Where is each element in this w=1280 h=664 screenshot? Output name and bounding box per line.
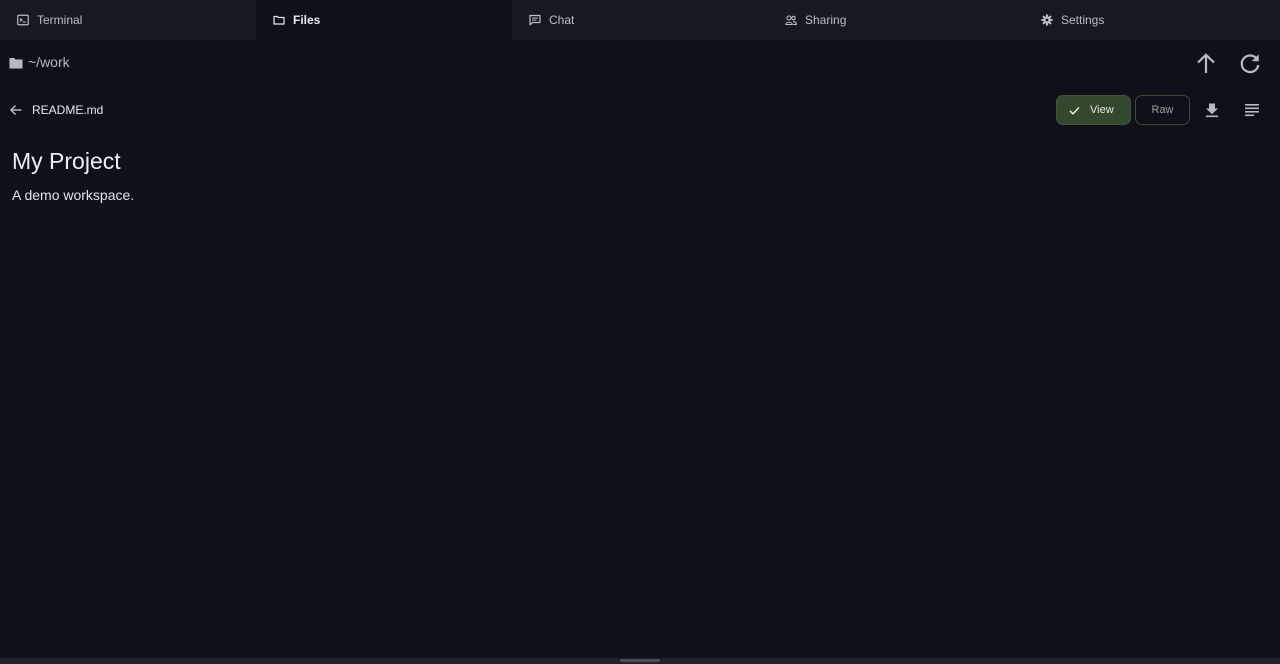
people-icon xyxy=(785,14,797,26)
tab-label: Files xyxy=(293,13,321,27)
terminal-icon xyxy=(17,14,29,26)
folder-icon xyxy=(9,58,23,69)
up-arrow-icon[interactable] xyxy=(1193,51,1219,77)
file-name: README.md xyxy=(32,103,104,117)
tab-chat[interactable]: Chat xyxy=(512,0,768,40)
file-header: README.md View Raw xyxy=(0,90,1280,130)
check-icon xyxy=(1069,106,1080,115)
tab-label: Chat xyxy=(549,13,575,27)
tab-label: Terminal xyxy=(37,13,83,27)
tab-label: Settings xyxy=(1061,13,1105,27)
tab-terminal[interactable]: Terminal xyxy=(0,0,256,40)
resize-handle[interactable] xyxy=(620,659,660,662)
current-path[interactable]: ~/work xyxy=(28,54,70,70)
back-arrow-icon[interactable] xyxy=(9,103,23,117)
tab-bar: Terminal Files Chat Sharing Settings xyxy=(0,0,1280,40)
tab-label: Sharing xyxy=(805,13,847,27)
raw-button-label: Raw xyxy=(1151,104,1174,116)
view-button-label: View xyxy=(1090,104,1114,116)
tab-files[interactable]: Files xyxy=(256,0,512,40)
tab-settings[interactable]: Settings xyxy=(1024,0,1280,40)
document-body: A demo workspace. xyxy=(12,187,135,203)
tab-sharing[interactable]: Sharing xyxy=(768,0,1024,40)
wrap-lines-icon[interactable] xyxy=(1244,102,1260,118)
download-icon[interactable] xyxy=(1204,102,1220,118)
path-bar: ~/work xyxy=(0,40,1280,86)
raw-button[interactable]: Raw xyxy=(1135,95,1190,125)
bottom-panel-bar xyxy=(0,658,1280,664)
view-button[interactable]: View xyxy=(1056,95,1131,125)
document-title: My Project xyxy=(12,148,121,174)
chat-icon xyxy=(529,14,541,26)
refresh-icon[interactable] xyxy=(1237,51,1263,77)
folder-icon xyxy=(273,14,285,26)
gear-icon xyxy=(1041,14,1053,26)
